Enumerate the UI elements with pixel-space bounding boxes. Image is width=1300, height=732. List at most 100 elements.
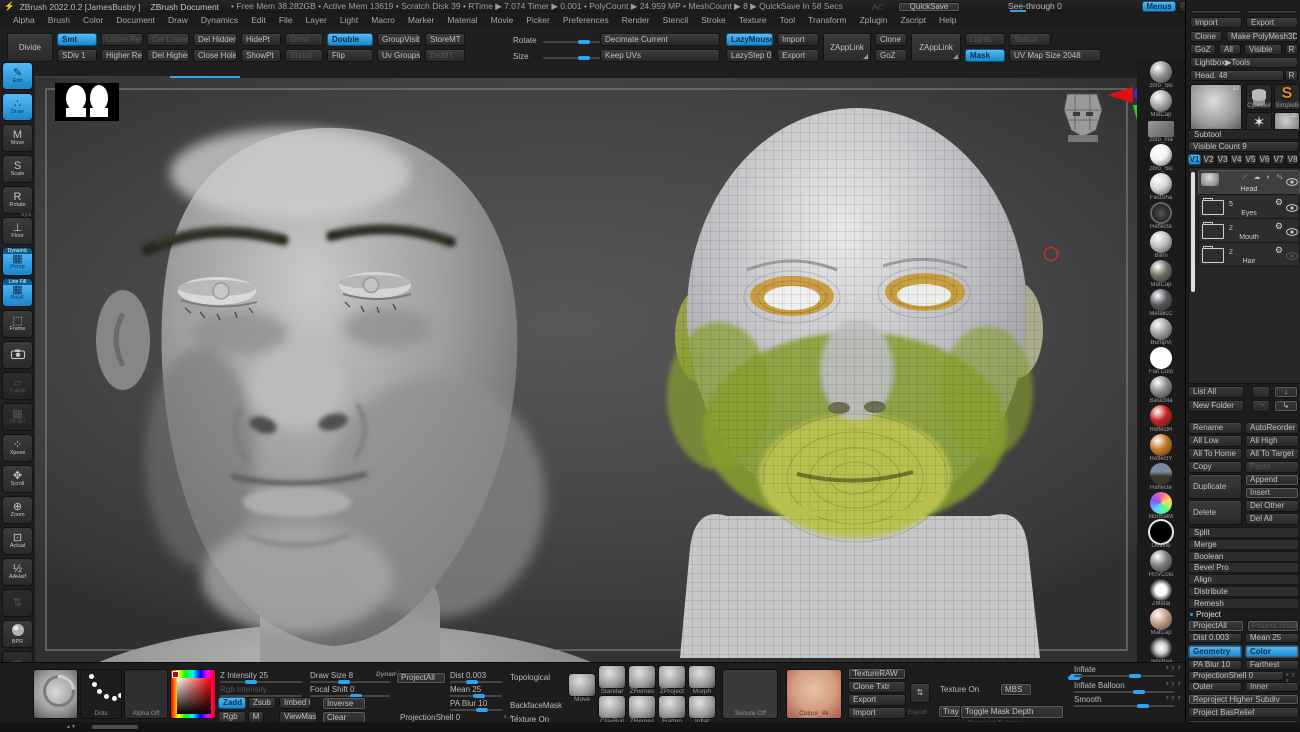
material-zbro-ski[interactable]: zbro_Ski — [1141, 144, 1181, 172]
polyf-button[interactable]: Line Fill ▦ PolyF — [2, 279, 33, 307]
imbed-0-button[interactable]: Imbed 0 — [279, 697, 311, 709]
all-high-button[interactable]: All High — [1245, 435, 1299, 447]
tool-thumb-cylinder[interactable]: Cylinder — [1246, 84, 1272, 110]
lightbox-tools-button[interactable]: Lightbox▶Tools — [1190, 57, 1298, 68]
brush-mini-move[interactable] — [568, 673, 596, 697]
import-button[interactable]: Import — [1190, 17, 1242, 28]
subtool-tab-v5[interactable]: V5 — [1244, 154, 1257, 165]
projectall-button[interactable]: ProjectAll — [1188, 620, 1244, 632]
alpha-thumbnail[interactable]: Alpha Off — [124, 669, 168, 719]
uv-map-size-2048-slider[interactable]: UV Map Size 2048 — [1009, 49, 1101, 62]
toggle-mask-depth-button[interactable]: Toggle Mask Depth — [960, 705, 1064, 719]
inflate-track[interactable] — [1074, 674, 1174, 678]
material-outline[interactable]: Outline — [1141, 521, 1181, 549]
quicksave-button[interactable]: QuickSave — [898, 2, 960, 12]
decimate-current-button[interactable]: Decimate Current — [600, 33, 720, 46]
export-button[interactable]: Export — [848, 694, 906, 706]
stroke-thumbnail[interactable]: Dots — [80, 669, 122, 719]
rgb-intensity-slider[interactable]: Rgb Intensity — [220, 685, 267, 694]
all-button[interactable]: All — [1219, 44, 1241, 55]
move-out-button[interactable]: ↷ — [1252, 400, 1270, 412]
updown-button[interactable]: ⇅ — [2, 589, 33, 617]
zoom-button[interactable]: ⊕ Zoom — [2, 496, 33, 524]
close-holes-button[interactable]: Close Holes — [193, 49, 237, 62]
inner-button[interactable]: Inner — [1245, 682, 1299, 692]
subtool-tab-v3[interactable]: V3 — [1216, 154, 1229, 165]
menu-item-movie[interactable]: Movie — [491, 15, 514, 25]
material-matcap[interactable]: MatCap — [1141, 608, 1181, 636]
document-thumbnail[interactable] — [55, 83, 119, 121]
brush-mini-zremes[interactable] — [628, 695, 656, 719]
menu-item-draw[interactable]: Draw — [168, 15, 188, 25]
menu-item-render[interactable]: Render — [622, 15, 650, 25]
color-button[interactable]: Color — [1245, 645, 1299, 658]
material-reflecte[interactable]: Reflecte — [1141, 463, 1181, 491]
del-other-button[interactable]: Del Other — [1245, 500, 1299, 512]
clone-button[interactable]: Clone — [875, 33, 907, 46]
r2-toggle[interactable]: R — [1285, 70, 1298, 81]
see-through-handle[interactable] — [1010, 10, 1026, 12]
mbs-button[interactable]: MBS — [1000, 683, 1032, 696]
r-toggle[interactable]: R — [1285, 44, 1298, 55]
menu-item-macro[interactable]: Macro — [371, 15, 395, 25]
tray-toggle-arrows[interactable]: ▲▼ — [66, 724, 76, 730]
menu-item-tool[interactable]: Tool — [780, 15, 796, 25]
xpose-button[interactable]: ⁘ Xpose — [2, 434, 33, 462]
mean-slider[interactable]: Mean 25 — [1245, 633, 1299, 643]
dist-slider[interactable]: Dist 0.003 — [1188, 633, 1242, 643]
pa-blur-10-handle[interactable] — [476, 708, 488, 712]
material-basicma[interactable]: BasicMa — [1141, 376, 1181, 404]
material-zbro-ski[interactable]: zbro_Ski — [1141, 61, 1181, 89]
persp-button[interactable]: Dynamic ▦ Persp — [2, 248, 33, 276]
frame-button[interactable]: ⬚ Frame — [2, 310, 33, 338]
truncated-button-left[interactable] — [1190, 10, 1242, 14]
lazystep-0-25-slider[interactable]: LazyStep 0.25 — [726, 49, 773, 62]
brush-mini-inflat[interactable] — [688, 695, 716, 719]
menu-item-zscript[interactable]: Zscript — [900, 15, 926, 25]
section-merge[interactable]: Merge — [1188, 538, 1299, 550]
material-normalm[interactable]: NormalM — [1141, 492, 1181, 520]
horizontal-scrollbar[interactable] — [92, 725, 138, 729]
draw-size-8-track[interactable] — [310, 680, 390, 684]
subtool-row-mouth[interactable]: 2 ⚙ Mouth — [1198, 218, 1300, 243]
menu-item-color[interactable]: Color — [83, 15, 103, 25]
menu-item-edit[interactable]: Edit — [251, 15, 266, 25]
brush-mini-zremes[interactable] — [628, 665, 656, 689]
inflate-balloon-handle[interactable] — [1133, 690, 1145, 694]
rotate-slider-track[interactable] — [543, 40, 607, 44]
section-boolean[interactable]: Boolean — [1188, 550, 1299, 562]
truncated-button-right[interactable] — [1246, 10, 1298, 14]
smooth-handle[interactable] — [1137, 704, 1149, 708]
head-polycount-slider[interactable]: Head. 48 — [1190, 70, 1284, 81]
goz-button[interactable]: GoZ — [1190, 44, 1216, 55]
brush-mini-morph[interactable] — [688, 665, 716, 689]
edit-button[interactable]: ✎ Edit — [2, 62, 33, 90]
floor-button[interactable]: ⊥ Floor xyz — [2, 212, 33, 245]
material-blinn[interactable]: Blinn — [1141, 231, 1181, 259]
scroll-button[interactable]: ✥ Scroll — [2, 465, 33, 493]
clone-txtr-button[interactable]: Clone Txtr — [848, 681, 906, 693]
z-intensity-25-slider[interactable]: Z Intensity 25 — [220, 671, 268, 680]
del-all-button[interactable]: Del All — [1245, 513, 1299, 525]
colour8k-thumbnail[interactable]: Colour_8k — [786, 669, 842, 719]
gear-icon[interactable]: ⚙ — [1275, 246, 1283, 255]
import-button[interactable]: Import — [848, 707, 906, 719]
menu-item-layer[interactable]: Layer — [306, 15, 327, 25]
material-flat-colo[interactable]: Flat Colo — [1141, 347, 1181, 375]
paste-button[interactable]: Paste — [1245, 461, 1299, 473]
copy-button[interactable]: Copy — [1188, 461, 1242, 473]
switch-button[interactable]: Switch — [1009, 33, 1051, 46]
lazymouse-button[interactable]: LazyMouse — [726, 33, 773, 46]
menu-item-light[interactable]: Light — [340, 15, 358, 25]
smooth-slider[interactable]: Smooth — [1074, 695, 1102, 704]
higher-res-button[interactable]: Higher Res — [101, 49, 143, 62]
smooth-track[interactable] — [1074, 704, 1174, 708]
all-to-target-button[interactable]: All To Target — [1245, 448, 1299, 460]
export-disabled-button[interactable]: Export — [908, 709, 927, 716]
section-bevel-pro[interactable]: Bevel Pro — [1188, 562, 1299, 574]
list-all-button[interactable]: List All — [1188, 386, 1244, 398]
material-jellybea[interactable]: JellyBea — [1141, 637, 1181, 665]
dist-0-003-track[interactable] — [450, 680, 502, 684]
menu-item-alpha[interactable]: Alpha — [13, 15, 35, 25]
projectall-button[interactable]: ProjectAll — [396, 672, 446, 684]
